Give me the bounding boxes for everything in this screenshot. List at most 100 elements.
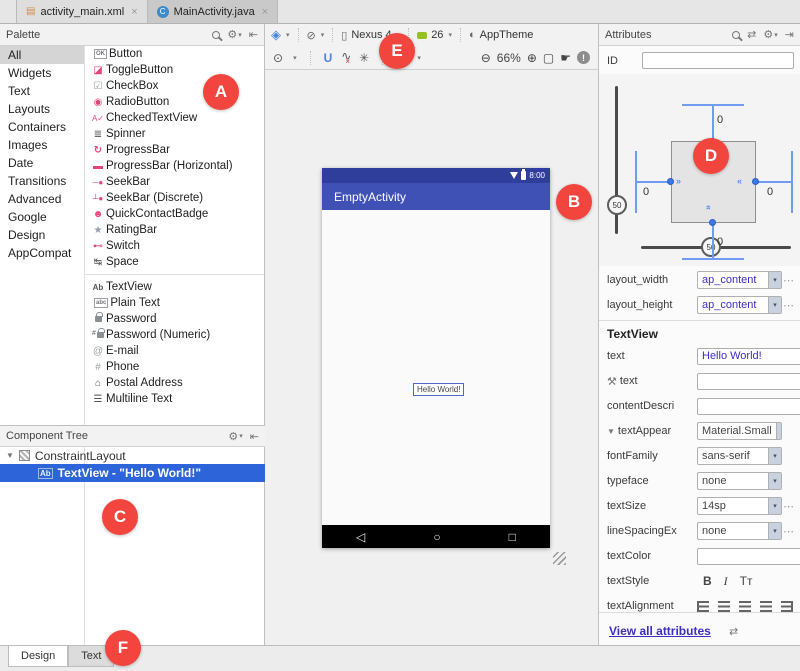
- gear-icon[interactable]: ⚙: [763, 28, 773, 41]
- category-text[interactable]: Text: [0, 82, 84, 100]
- close-icon[interactable]: ×: [262, 6, 268, 18]
- content-description-input[interactable]: [697, 398, 800, 415]
- align-center-icon[interactable]: [739, 601, 751, 612]
- typeface-combo[interactable]: none▾: [697, 472, 782, 490]
- palette-item-progressbar-horizontal[interactable]: ▬ProgressBar (Horizontal): [85, 158, 264, 174]
- palette-item-phone[interactable]: #Phone: [85, 359, 264, 375]
- gear-icon[interactable]: ⚙: [228, 430, 238, 443]
- api-level-selector[interactable]: 26: [431, 29, 443, 41]
- hello-world-textview[interactable]: Hello World!: [413, 383, 464, 396]
- design-mode-icon[interactable]: ◈: [271, 27, 281, 43]
- resize-handle[interactable]: [553, 552, 566, 565]
- font-family-combo[interactable]: sans-serif▾: [697, 447, 782, 465]
- align-view-end-icon[interactable]: [781, 601, 793, 612]
- clear-constraints-icon[interactable]: ∿×: [341, 49, 350, 65]
- margin-right-value[interactable]: 0: [767, 186, 773, 198]
- text-color-input[interactable]: [697, 548, 800, 565]
- phone-preview[interactable]: 8:00 EmptyActivity Hello World! ◁ ○ □: [322, 168, 550, 548]
- category-all[interactable]: All: [0, 46, 84, 64]
- more-icon[interactable]: ⋯: [782, 274, 795, 287]
- theme-selector[interactable]: AppTheme: [480, 29, 534, 41]
- layout-canvas[interactable]: Hello World!: [322, 210, 550, 525]
- close-icon[interactable]: ×: [131, 6, 137, 18]
- view-options-icon[interactable]: ⊙: [273, 51, 283, 65]
- errors-icon[interactable]: !: [577, 51, 590, 64]
- line-spacing-combo[interactable]: none▾: [697, 522, 782, 540]
- italic-toggle[interactable]: I: [724, 574, 728, 589]
- palette-item-ratingbar[interactable]: ★RatingBar: [85, 222, 264, 238]
- palette-item-plain-text[interactable]: abcPlain Text: [85, 295, 264, 311]
- layout-width-combo[interactable]: ap_content▾: [697, 271, 782, 289]
- category-date[interactable]: Date: [0, 154, 84, 172]
- palette-item-multiline-text[interactable]: ☰Multiline Text: [85, 391, 264, 407]
- text-appearance-combo[interactable]: Material.Small▾: [697, 422, 782, 440]
- palette-item-switch[interactable]: ⊷Switch: [85, 238, 264, 254]
- text-size-combo[interactable]: 14sp▾: [697, 497, 782, 515]
- search-icon[interactable]: [732, 31, 740, 39]
- collapse-panel-icon[interactable]: ⇤: [249, 28, 258, 41]
- more-icon[interactable]: ⋯: [782, 525, 795, 538]
- zoom-fit-icon[interactable]: ▢: [543, 51, 554, 65]
- vertical-bias-knob[interactable]: 50: [607, 195, 627, 215]
- palette-item-email[interactable]: @E-mail: [85, 343, 264, 359]
- align-right-icon[interactable]: [760, 601, 772, 612]
- zoom-out-icon[interactable]: ⊖: [481, 51, 491, 65]
- category-layouts[interactable]: Layouts: [0, 100, 84, 118]
- palette-item-space[interactable]: ↹Space: [85, 254, 264, 270]
- gear-icon[interactable]: ⚙: [227, 28, 237, 41]
- orientation-icon[interactable]: ⊘: [307, 29, 316, 42]
- bottom-anchor-dot[interactable]: [709, 219, 716, 226]
- category-google[interactable]: Google: [0, 208, 84, 226]
- autoconnect-icon[interactable]: U: [324, 51, 333, 65]
- tree-node-constraintlayout[interactable]: ▼ ConstraintLayout: [0, 447, 265, 464]
- tree-expand-icon[interactable]: ▼: [6, 451, 14, 460]
- text-input[interactable]: [697, 348, 800, 365]
- infer-constraints-icon[interactable]: ✳: [359, 51, 369, 65]
- category-images[interactable]: Images: [0, 136, 84, 154]
- palette-item-postal-address[interactable]: ⌂Postal Address: [85, 375, 264, 391]
- search-icon[interactable]: [212, 31, 220, 39]
- palette-item-password-numeric[interactable]: #Password (Numeric): [85, 327, 264, 343]
- category-transitions[interactable]: Transitions: [0, 172, 84, 190]
- more-icon[interactable]: ⋯: [782, 500, 795, 513]
- margin-left-value[interactable]: 0: [643, 186, 649, 198]
- collapse-panel-icon[interactable]: ⇥: [785, 28, 794, 41]
- layout-height-combo[interactable]: ap_content▾: [697, 296, 782, 314]
- tab-activity-main-xml[interactable]: ▤ activity_main.xml ×: [16, 0, 148, 23]
- palette-item-password[interactable]: Password: [85, 311, 264, 327]
- bold-toggle[interactable]: B: [703, 574, 712, 589]
- palette-item-textview[interactable]: AbTextView: [85, 279, 264, 295]
- palette-item-button[interactable]: OKButton: [85, 46, 264, 62]
- palette-item-togglebutton[interactable]: ◪ToggleButton: [85, 62, 264, 78]
- category-appcompat[interactable]: AppCompat: [0, 244, 84, 262]
- tree-node-textview-selected[interactable]: Ab TextView - "Hello World!": [0, 464, 265, 482]
- more-icon[interactable]: ⋯: [782, 299, 795, 312]
- id-input[interactable]: [642, 52, 794, 69]
- align-view-start-icon[interactable]: [697, 601, 709, 612]
- palette-item-spinner[interactable]: ≣Spinner: [85, 126, 264, 142]
- palette-item-seekbar[interactable]: ─●SeekBar: [85, 174, 264, 190]
- palette-item-checkedtextview[interactable]: A✓CheckedTextView: [85, 110, 264, 126]
- view-all-attributes-link[interactable]: View all attributes: [609, 624, 711, 638]
- tab-mainactivity-java[interactable]: C MainActivity.java ×: [148, 0, 279, 23]
- left-anchor-dot[interactable]: [667, 178, 674, 185]
- design-text-input[interactable]: [697, 373, 800, 390]
- palette-item-quickcontactbadge[interactable]: ☻QuickContactBadge: [85, 206, 264, 222]
- margin-bottom-value[interactable]: 0: [717, 236, 723, 248]
- category-widgets[interactable]: Widgets: [0, 64, 84, 82]
- palette-item-seekbar-discrete[interactable]: ┴●SeekBar (Discrete): [85, 190, 264, 206]
- align-left-icon[interactable]: [718, 601, 730, 612]
- right-anchor-dot[interactable]: [752, 178, 759, 185]
- zoom-in-icon[interactable]: ⊕: [527, 51, 537, 65]
- collapse-panel-icon[interactable]: ⇤: [250, 430, 259, 443]
- all-caps-toggle[interactable]: Tᴛ: [740, 574, 753, 589]
- swap-panel-icon[interactable]: ⇄: [747, 28, 756, 41]
- category-design[interactable]: Design: [0, 226, 84, 244]
- palette-item-progressbar[interactable]: ↻ProgressBar: [85, 142, 264, 158]
- pan-icon[interactable]: ☛: [560, 51, 571, 65]
- category-containers[interactable]: Containers: [0, 118, 84, 136]
- design-mode-tab[interactable]: Design: [8, 646, 68, 667]
- category-advanced[interactable]: Advanced: [0, 190, 84, 208]
- margin-top-value[interactable]: 0: [717, 114, 723, 126]
- tree-expand-icon[interactable]: ▼: [607, 427, 615, 436]
